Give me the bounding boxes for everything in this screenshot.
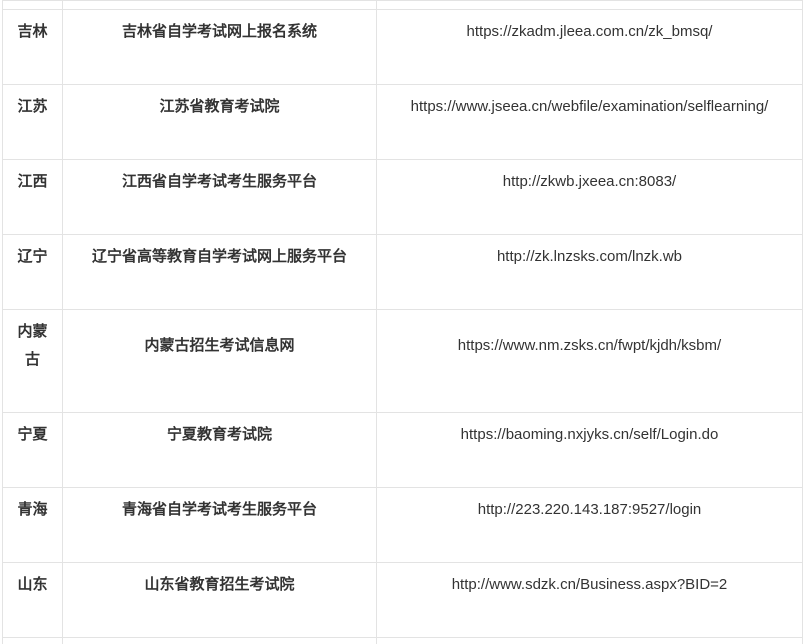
table-row-partial — [2, 0, 803, 10]
url-cell: http://www.sdzk.cn/Business.aspx?BID=2 — [376, 562, 803, 638]
system-name-cell: 江西省自学考试考生服务平台 — [62, 159, 377, 235]
system-name-cell: 内蒙古招生考试信息网 — [62, 309, 377, 413]
url-cell: https://www.nm.zsks.cn/fwpt/kjdh/ksbm/ — [376, 309, 803, 413]
url-cell: https://zkadm.jleea.com.cn/zk_bmsq/ — [376, 9, 803, 85]
url-cell: http://zk.lnzsks.com/lnzk.wb — [376, 234, 803, 310]
url-cell: http://zkwb.jxeea.cn:8083/ — [376, 159, 803, 235]
url-cell: http://223.220.143.187:9527/login — [376, 487, 803, 563]
table-cell — [62, 637, 377, 644]
url-cell: https://baoming.nxjyks.cn/self/Login.do — [376, 412, 803, 488]
system-name-cell: 辽宁省高等教育自学考试网上服务平台 — [62, 234, 377, 310]
province-cell: 江苏 — [2, 84, 63, 160]
table-cell — [2, 0, 63, 10]
province-cell: 宁夏 — [2, 412, 63, 488]
system-name-cell: 青海省自学考试考生服务平台 — [62, 487, 377, 563]
table-row: 山东 山东省教育招生考试院 http://www.sdzk.cn/Busines… — [2, 562, 803, 638]
table-cell — [376, 637, 803, 644]
table-row: 宁夏 宁夏教育考试院 https://baoming.nxjyks.cn/sel… — [2, 412, 803, 488]
table-cell — [376, 0, 803, 10]
system-name-cell: 山东省教育招生考试院 — [62, 562, 377, 638]
table-row: 吉林 吉林省自学考试网上报名系统 https://zkadm.jleea.com… — [2, 9, 803, 85]
table-row: 青海 青海省自学考试考生服务平台 http://223.220.143.187:… — [2, 487, 803, 563]
page-viewport: 吉林 吉林省自学考试网上报名系统 https://zkadm.jleea.com… — [0, 0, 805, 644]
province-cell: 江西 — [2, 159, 63, 235]
province-cell: 吉林 — [2, 9, 63, 85]
table-row: 江西 江西省自学考试考生服务平台 http://zkwb.jxeea.cn:80… — [2, 159, 803, 235]
province-cell: 内蒙古 — [2, 309, 63, 413]
system-name-cell: 江苏省教育考试院 — [62, 84, 377, 160]
province-cell: 山东 — [2, 562, 63, 638]
exam-registration-table: 吉林 吉林省自学考试网上报名系统 https://zkadm.jleea.com… — [2, 0, 803, 644]
table-cell — [2, 637, 63, 644]
province-cell: 青海 — [2, 487, 63, 563]
url-cell: https://www.jseea.cn/webfile/examination… — [376, 84, 803, 160]
province-cell: 辽宁 — [2, 234, 63, 310]
table-cell — [62, 0, 377, 10]
system-name-cell: 吉林省自学考试网上报名系统 — [62, 9, 377, 85]
table-row: 辽宁 辽宁省高等教育自学考试网上服务平台 http://zk.lnzsks.co… — [2, 234, 803, 310]
table-row: 江苏 江苏省教育考试院 https://www.jseea.cn/webfile… — [2, 84, 803, 160]
table-row-partial — [2, 637, 803, 644]
table-row: 内蒙古 内蒙古招生考试信息网 https://www.nm.zsks.cn/fw… — [2, 309, 803, 413]
system-name-cell: 宁夏教育考试院 — [62, 412, 377, 488]
